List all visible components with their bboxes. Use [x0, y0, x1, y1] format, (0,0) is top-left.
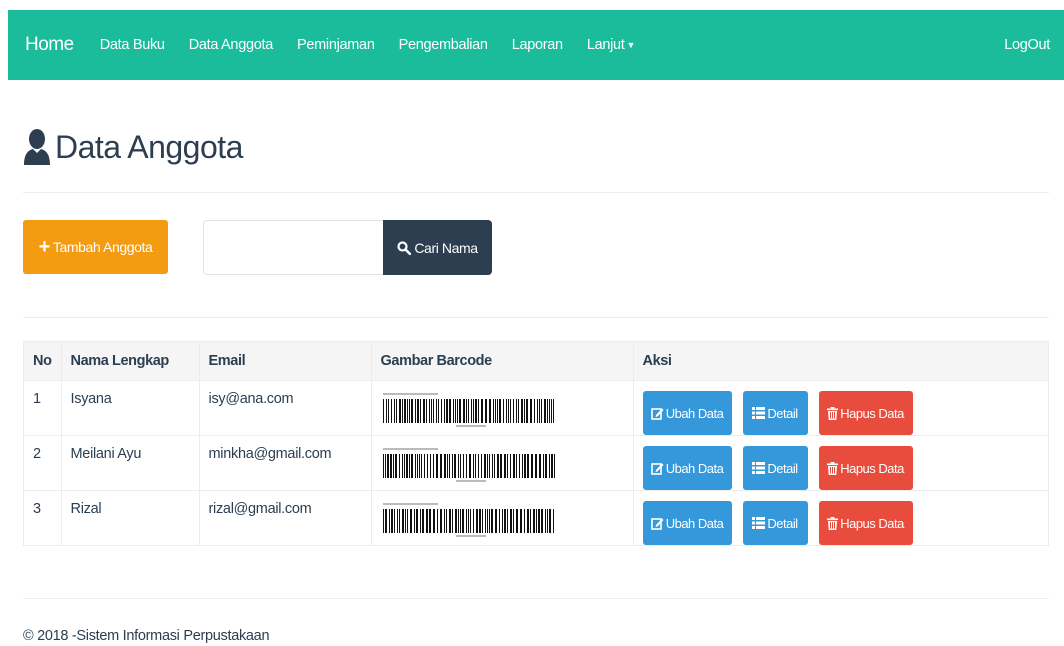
barcode-image [380, 501, 558, 541]
nav-item-peminjaman[interactable]: Peminjaman [297, 37, 375, 53]
column-header-email: Email [198, 341, 372, 381]
cell-email: rizal@gmail.com [198, 490, 372, 546]
edit-button[interactable]: Ubah Data [642, 446, 732, 490]
table-row: 1 Isyana isy@ana.com Ubah Data Detail Hapu… [23, 380, 1050, 436]
trash-icon [827, 406, 839, 420]
cell-no: 2 [23, 435, 62, 491]
nav-home-link[interactable]: Home [25, 34, 74, 56]
nav-item-lanjut-dropdown[interactable]: Lanjut ▼ [586, 37, 636, 53]
delete-button[interactable]: Hapus Data [818, 446, 913, 490]
header-divider [23, 192, 1049, 193]
table-header-row: No Nama Lengkap Email Gambar Barcode Aks… [23, 341, 1050, 381]
nav-item-lanjut-label: Lanjut [586, 37, 625, 53]
search-icon [397, 240, 412, 255]
user-icon [24, 129, 50, 165]
footer-divider [23, 598, 1049, 599]
barcode-image [380, 391, 558, 431]
edit-button[interactable]: Ubah Data [642, 501, 732, 545]
detail-button[interactable]: Detail [742, 446, 808, 490]
edit-button-label: Ubah Data [665, 460, 724, 476]
cell-actions: Ubah Data Detail Hapus Data [632, 380, 1050, 436]
column-header-actions: Aksi [632, 341, 1050, 381]
search-button-label: Cari Nama [414, 239, 478, 256]
cell-no: 3 [23, 490, 62, 546]
add-member-button[interactable]: + Tambah Anggota [23, 220, 168, 274]
table-row: 2 Meilani Ayu minkha@gmail.com Ubah Data… [23, 435, 1050, 491]
nav-item-data-buku[interactable]: Data Buku [100, 37, 165, 53]
delete-button-label: Hapus Data [840, 515, 904, 531]
footer-copyright: © 2018 -Sistem Informasi Perpustakaan [23, 628, 270, 644]
cell-barcode [370, 380, 634, 436]
search-name-button[interactable]: Cari Nama [383, 220, 492, 275]
column-header-name: Nama Lengkap [60, 341, 200, 381]
list-icon [752, 407, 766, 419]
edit-icon [650, 462, 664, 475]
members-table: No Nama Lengkap Email Gambar Barcode Aks… [23, 341, 1050, 546]
nav-logout-link[interactable]: LogOut [1004, 37, 1050, 53]
cell-no: 1 [23, 380, 62, 436]
barcode-image [380, 446, 558, 486]
plus-icon: + [38, 236, 51, 258]
nav-item-data-anggota[interactable]: Data Anggota [189, 37, 274, 53]
detail-button-label: Detail [767, 405, 798, 421]
search-name-input[interactable] [203, 220, 384, 275]
page-title: Data Anggota [55, 128, 243, 165]
actions-divider [23, 317, 1049, 318]
list-icon [752, 517, 766, 529]
trash-icon [827, 461, 839, 475]
edit-icon [650, 407, 664, 420]
cell-email: minkha@gmail.com [198, 435, 372, 491]
delete-button[interactable]: Hapus Data [818, 501, 913, 545]
edit-button[interactable]: Ubah Data [642, 391, 732, 435]
cell-email: isy@ana.com [198, 380, 372, 436]
column-header-barcode: Gambar Barcode [370, 341, 634, 381]
caret-down-icon: ▼ [626, 40, 636, 51]
detail-button[interactable]: Detail [742, 501, 808, 545]
edit-button-label: Ubah Data [665, 515, 724, 531]
list-icon [752, 462, 766, 474]
cell-actions: Ubah Data Detail Hapus Data [632, 435, 1050, 491]
cell-barcode [370, 435, 634, 491]
delete-button[interactable]: Hapus Data [818, 391, 913, 435]
cell-name: Rizal [60, 490, 200, 546]
table-row: 3 Rizal rizal@gmail.com Ubah Data Detail H… [23, 490, 1050, 546]
edit-button-label: Ubah Data [665, 405, 724, 421]
column-header-no: No [23, 341, 62, 381]
cell-name: Isyana [60, 380, 200, 436]
delete-button-label: Hapus Data [840, 460, 904, 476]
nav-item-pengembalian[interactable]: Pengembalian [399, 37, 488, 53]
detail-button-label: Detail [767, 515, 798, 531]
edit-icon [650, 517, 664, 530]
cell-actions: Ubah Data Detail Hapus Data [632, 490, 1050, 546]
detail-button[interactable]: Detail [742, 391, 808, 435]
cell-barcode [370, 490, 634, 546]
top-navbar: Home Data Buku Data Anggota Peminjaman P… [8, 10, 1064, 80]
nav-item-laporan[interactable]: Laporan [512, 37, 563, 53]
detail-button-label: Detail [767, 460, 798, 476]
page-header: Data Anggota [23, 122, 243, 172]
add-member-label: Tambah Anggota [52, 239, 153, 255]
delete-button-label: Hapus Data [840, 405, 904, 421]
trash-icon [827, 516, 839, 530]
cell-name: Meilani Ayu [60, 435, 200, 491]
